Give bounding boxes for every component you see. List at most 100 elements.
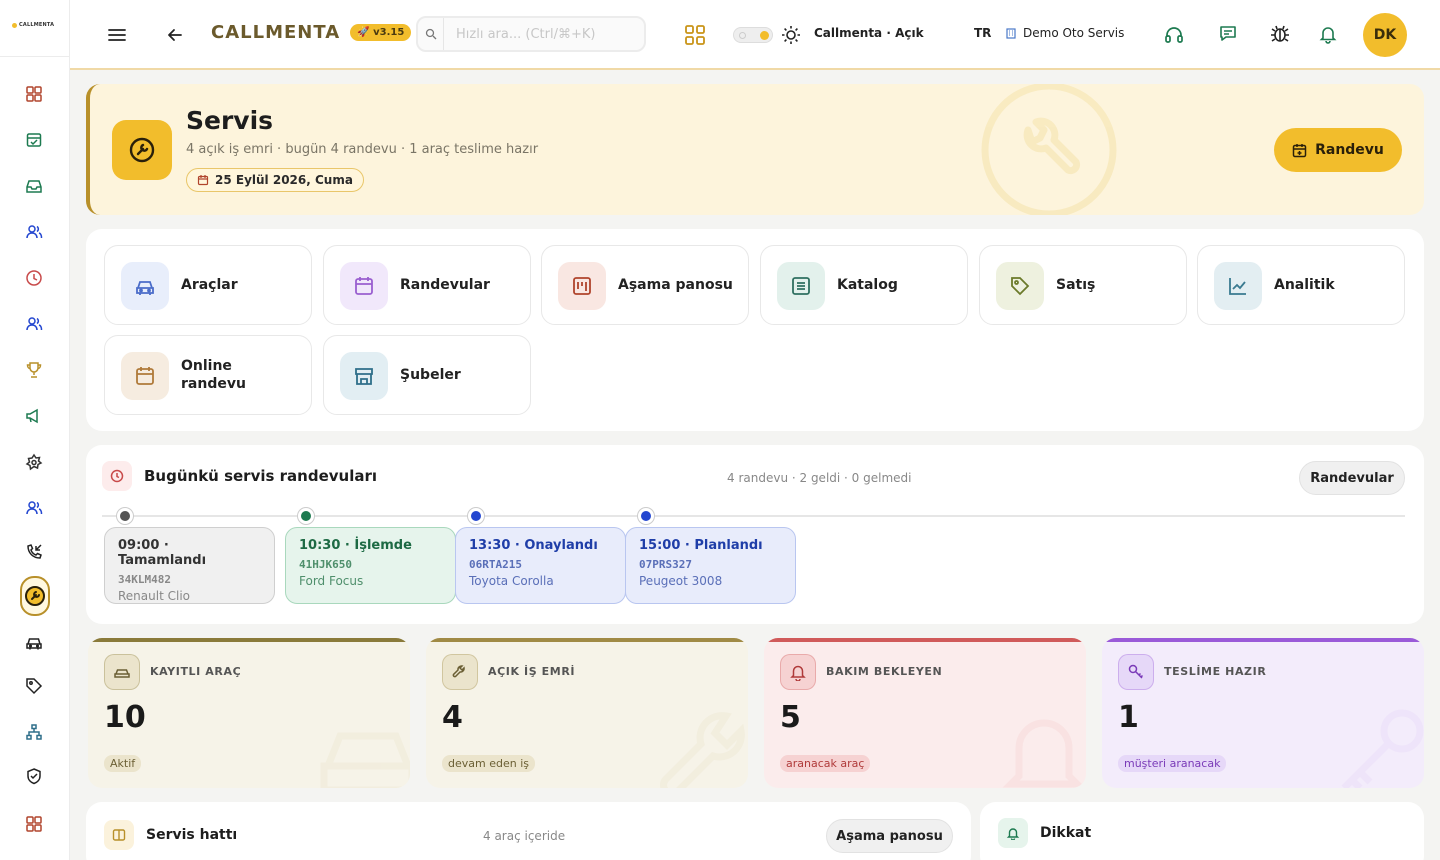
brand-name: CALLMENTA xyxy=(211,22,341,43)
search-icon xyxy=(418,18,444,50)
sidebar-item-grid[interactable] xyxy=(22,812,46,836)
sidebar-item-tag[interactable] xyxy=(22,674,46,698)
appointment-time-status: 15:00 · Planlandı xyxy=(639,538,763,553)
date-badge: 25 Eylül 2026, Cuma xyxy=(186,168,364,192)
quick-link-label: Araçlar xyxy=(181,277,238,293)
kpi-label: BAKIM BEKLEYEN xyxy=(826,665,943,678)
sun-icon[interactable] xyxy=(780,24,802,46)
quick-link-card[interactable]: Randevular xyxy=(323,245,531,325)
menu-icon[interactable] xyxy=(107,25,127,45)
quick-link-label: Satış xyxy=(1056,277,1096,293)
car-icon xyxy=(104,654,140,690)
appointment-model: Toyota Corolla xyxy=(469,574,554,588)
kpi-value: 10 xyxy=(104,700,146,735)
quick-link-card[interactable]: Satış xyxy=(979,245,1187,325)
bell-icon xyxy=(998,818,1028,848)
appointment-card[interactable]: 09:00 · Tamamlandı 34KLM482 Renault Clio xyxy=(104,527,275,604)
logo-mark-icon xyxy=(12,22,17,28)
kpi-badge: devam eden iş xyxy=(442,755,535,772)
sidebar-item-contacts[interactable] xyxy=(22,312,46,336)
stage-board-button[interactable]: Aşama panosu xyxy=(826,819,953,853)
kpi-watermark-car-icon xyxy=(318,706,410,788)
sidebar-item-car[interactable] xyxy=(22,630,46,654)
logo[interactable]: CALLMENTA xyxy=(12,22,54,28)
service-icon xyxy=(24,585,46,607)
quick-link-card[interactable]: Şubeler xyxy=(323,335,531,415)
kpi-card[interactable]: KAYITLI ARAÇ 10 Aktif xyxy=(88,638,410,788)
headset-icon[interactable] xyxy=(1163,24,1185,46)
sidebar-item-users[interactable] xyxy=(22,220,46,244)
kpi-card[interactable]: AÇIK İŞ EMRİ 4 devam eden iş xyxy=(426,638,748,788)
grid-icon xyxy=(25,815,43,833)
attention-panel: Dikkat xyxy=(980,802,1424,860)
appointment-plate: 07PRS327 xyxy=(639,558,692,571)
appointment-time-status: 09:00 · Tamamlandı xyxy=(118,538,207,568)
sidebar-item-inbox[interactable] xyxy=(22,174,46,198)
sidebar-item-calendar-check[interactable] xyxy=(22,128,46,152)
kpi-card[interactable]: TESLİME HAZIR 1 müşteri aranacak xyxy=(1102,638,1424,788)
appointments-button[interactable]: Randevular xyxy=(1299,461,1405,495)
attention-header: Dikkat xyxy=(998,818,1091,848)
quick-link-card[interactable]: Araçlar xyxy=(104,245,312,325)
kpi-accent-bar xyxy=(764,638,1086,642)
wrench-icon xyxy=(442,654,478,690)
brand[interactable]: CALLMENTA 🚀 v3.15 xyxy=(211,22,412,43)
calendar-plus-icon xyxy=(1292,143,1307,157)
sidebar-item-shield[interactable] xyxy=(22,764,46,788)
theme-toggle[interactable] xyxy=(733,27,773,43)
dashboard-icon xyxy=(25,85,43,103)
connection-status: Callmenta · Açık xyxy=(814,26,924,40)
new-appointment-button[interactable]: Randevu xyxy=(1274,128,1402,172)
rocket-icon: 🚀 xyxy=(357,27,370,38)
bell-icon[interactable] xyxy=(1318,24,1338,44)
sidebar-item-clock[interactable] xyxy=(22,266,46,290)
org-switcher[interactable]: Demo Oto Servis xyxy=(1005,26,1124,40)
appointment-plate: 41HJK650 xyxy=(299,558,352,571)
sidebar-item-org-chart[interactable] xyxy=(22,720,46,744)
kpi-accent-bar xyxy=(88,638,410,642)
chat-icon[interactable] xyxy=(1218,24,1238,44)
appointment-card[interactable]: 13:30 · Onaylandı 06RTA215 Toyota Coroll… xyxy=(455,527,626,604)
bug-icon[interactable] xyxy=(1269,23,1291,45)
sidebar-item-trophy[interactable] xyxy=(22,358,46,382)
sidebar-item-megaphone[interactable] xyxy=(22,404,46,428)
quick-link-card[interactable]: Katalog xyxy=(760,245,968,325)
tag-icon xyxy=(996,262,1044,310)
appointment-card[interactable]: 15:00 · Planlandı 07PRS327 Peugeot 3008 xyxy=(625,527,796,604)
org-name: Demo Oto Servis xyxy=(1023,26,1125,40)
back-arrow-icon[interactable] xyxy=(165,25,185,45)
timeline-dot xyxy=(468,508,484,524)
sidebar-item-dashboard[interactable] xyxy=(22,82,46,106)
sidebar-item-team[interactable] xyxy=(22,496,46,520)
quick-link-card[interactable]: Online randevu xyxy=(104,335,312,415)
appointment-card[interactable]: 10:30 · İşlemde 41HJK650 Ford Focus xyxy=(285,527,456,604)
megaphone-icon xyxy=(25,407,43,425)
sidebar-item-phone-incoming[interactable] xyxy=(22,540,46,564)
appointments-stats: 4 randevu · 2 geldi · 0 gelmedi xyxy=(727,471,912,485)
appointment-model: Ford Focus xyxy=(299,574,364,588)
kpi-badge: Aktif xyxy=(104,755,142,772)
pipeline-header: Servis hattı xyxy=(104,820,237,850)
bell-icon xyxy=(780,654,816,690)
language-switcher[interactable]: TR xyxy=(974,26,991,40)
org-chart-icon xyxy=(25,723,43,741)
page-subtitle: 4 açık iş emri · bugün 4 randevu · 1 ara… xyxy=(186,142,539,157)
kpi-value: 5 xyxy=(780,700,801,735)
sidebar: CALLMENTA xyxy=(0,0,70,860)
wrench-watermark-icon xyxy=(978,84,1120,215)
calendar-icon xyxy=(197,175,209,186)
search-input[interactable] xyxy=(444,26,634,42)
appointment-plate: 34KLM482 xyxy=(118,573,171,586)
quick-link-label: Katalog xyxy=(837,277,898,293)
quick-link-card[interactable]: Aşama panosu xyxy=(541,245,749,325)
timeline-dot xyxy=(117,508,133,524)
user-avatar[interactable]: DK xyxy=(1363,13,1407,57)
kpi-card[interactable]: BAKIM BEKLEYEN 5 aranacak araç xyxy=(764,638,1086,788)
apps-grid-icon[interactable] xyxy=(684,24,706,46)
car-icon xyxy=(25,633,43,651)
sidebar-item-ai[interactable] xyxy=(22,450,46,474)
shield-icon xyxy=(25,767,43,785)
kpi-accent-bar xyxy=(1102,638,1424,642)
sidebar-item-service[interactable] xyxy=(20,576,50,616)
quick-link-card[interactable]: Analitik xyxy=(1197,245,1405,325)
